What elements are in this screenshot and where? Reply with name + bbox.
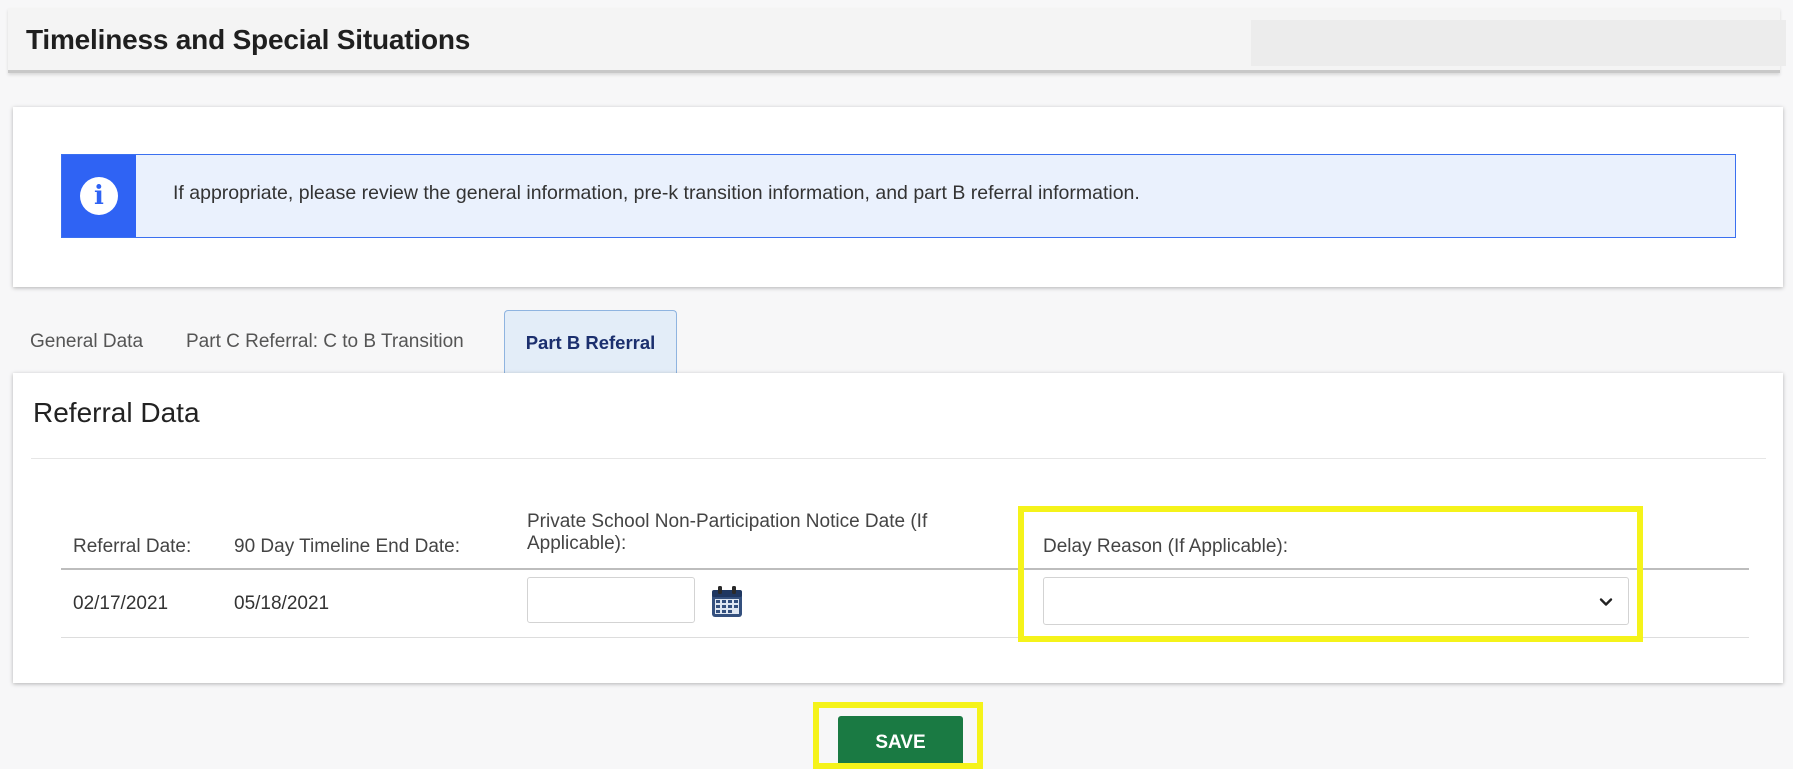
private-school-notice-date-input[interactable] bbox=[527, 577, 695, 623]
section-title: Referral Data bbox=[33, 397, 200, 428]
page-header: Timeliness and Special Situations bbox=[8, 8, 1786, 73]
referral-date-value: 02/17/2021 bbox=[73, 593, 169, 614]
tab-part-b-referral[interactable]: Part B Referral bbox=[504, 310, 677, 373]
header-placeholder bbox=[1251, 20, 1786, 66]
info-alert: i If appropriate, please review the gene… bbox=[61, 154, 1736, 238]
delay-reason-select[interactable] bbox=[1043, 577, 1629, 625]
tab-part-c-referral[interactable]: Part C Referral: C to B Transition bbox=[186, 310, 464, 373]
info-card: i If appropriate, please review the gene… bbox=[13, 107, 1783, 287]
table-row-divider bbox=[61, 637, 1749, 638]
calendar-icon[interactable] bbox=[710, 585, 744, 619]
private-school-notice-header: Private School Non-Participation Notice … bbox=[527, 511, 928, 554]
tab-bar: General Data Part C Referral: C to B Tra… bbox=[13, 310, 1783, 373]
page-title: Timeliness and Special Situations bbox=[26, 24, 471, 55]
info-icon: i bbox=[80, 177, 118, 215]
info-alert-icon-column: i bbox=[62, 155, 136, 237]
referral-date-header: Referral Date: bbox=[73, 536, 192, 557]
tab-general-data[interactable]: General Data bbox=[30, 310, 143, 373]
timeline-end-date-value: 05/18/2021 bbox=[234, 593, 330, 614]
save-button[interactable]: SAVE bbox=[838, 716, 963, 769]
table-header-divider bbox=[61, 568, 1749, 570]
section-divider bbox=[31, 458, 1766, 459]
timeline-end-date-header: 90 Day Timeline End Date: bbox=[234, 536, 461, 557]
referral-data-card: Referral Data Referral Date: 90 Day Time… bbox=[13, 373, 1783, 683]
chevron-down-icon bbox=[1599, 598, 1613, 606]
delay-reason-header: Delay Reason (If Applicable): bbox=[1043, 536, 1289, 557]
info-alert-message: If appropriate, please review the genera… bbox=[173, 182, 1140, 204]
